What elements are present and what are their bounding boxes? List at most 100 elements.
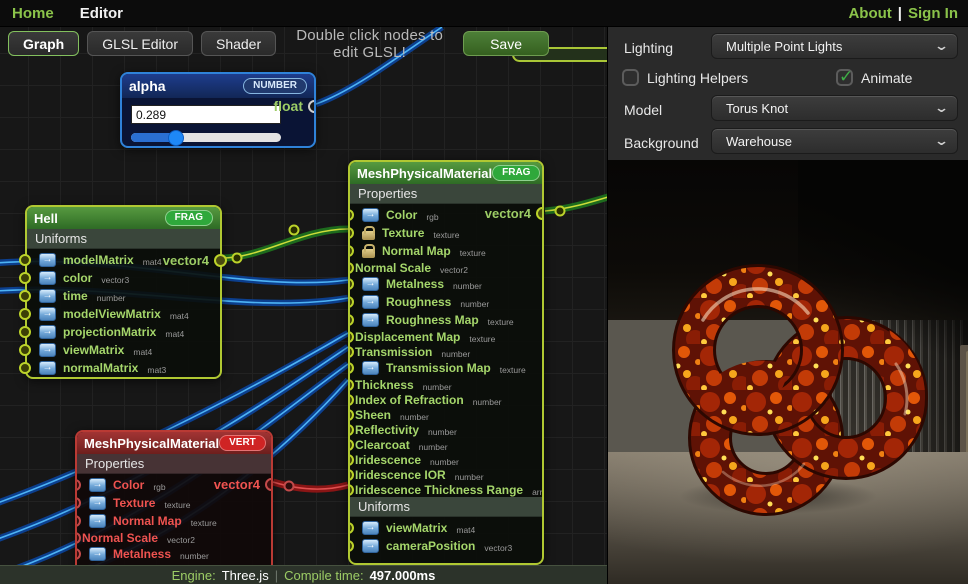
output-port[interactable] (308, 100, 316, 113)
input-port[interactable] (348, 245, 354, 257)
input-port[interactable] (348, 540, 354, 552)
arrow-icon[interactable]: → (39, 289, 56, 303)
input-port[interactable] (348, 227, 354, 239)
chevron-down-icon: ⌄ (934, 100, 949, 116)
input-port[interactable] (348, 296, 354, 308)
tab-glsl-editor[interactable]: GLSL Editor (87, 31, 193, 56)
node-output: vector4 (163, 252, 227, 268)
input-port[interactable] (348, 424, 354, 436)
input-port[interactable] (348, 314, 354, 326)
node-hell-frag[interactable]: HellFRAGUniforms→modelMatrixmat4→colorve… (25, 205, 222, 379)
arrow-icon[interactable]: → (89, 514, 106, 528)
output-port[interactable] (536, 207, 544, 220)
row-type: number (419, 442, 448, 452)
input-port[interactable] (348, 522, 354, 534)
save-button[interactable]: Save (463, 31, 549, 56)
tab-graph[interactable]: Graph (8, 31, 79, 56)
input-port[interactable] (348, 394, 354, 406)
input-port[interactable] (348, 454, 354, 466)
row-label: Color (386, 208, 417, 222)
row-clearcoat: Clearcoatnumber (350, 437, 542, 452)
row-label: Index of Refraction (355, 393, 464, 407)
row-cameraposition: →cameraPositionvector3 (350, 537, 542, 555)
input-port[interactable] (75, 497, 81, 509)
input-port[interactable] (19, 272, 31, 284)
input-port[interactable] (75, 515, 81, 527)
arrow-icon[interactable]: → (39, 271, 56, 285)
preview-3d-viewport[interactable] (607, 160, 968, 584)
input-port[interactable] (19, 254, 31, 266)
output-port[interactable] (265, 478, 273, 491)
input-port[interactable] (75, 532, 81, 544)
arrow-icon[interactable]: → (39, 343, 56, 357)
input-port[interactable] (348, 484, 354, 496)
arrow-icon[interactable]: → (39, 253, 56, 267)
input-port[interactable] (19, 290, 31, 302)
input-port[interactable] (19, 362, 31, 374)
animate-checkbox[interactable]: ✓ (836, 69, 853, 86)
arrow-icon[interactable]: → (89, 547, 106, 561)
input-port[interactable] (348, 262, 354, 274)
model-select[interactable]: Torus Knot ⌄ (711, 95, 958, 121)
number-value-input[interactable] (131, 105, 281, 124)
background-value: Warehouse (726, 134, 792, 149)
lighting-helpers-checkbox[interactable]: ✓ (622, 69, 639, 86)
row-type: mat4 (133, 347, 152, 357)
node-meshphysicalmaterial-vert[interactable]: MeshPhysicalMaterialVERTProperties→Color… (75, 430, 273, 580)
slider-thumb[interactable] (168, 130, 184, 146)
row-type: texture (500, 365, 526, 375)
input-port[interactable] (348, 379, 354, 391)
input-port[interactable] (75, 548, 81, 560)
arrow-icon[interactable]: → (362, 539, 379, 553)
row-label: Iridescence IOR (355, 468, 446, 482)
row-label: Normal Map (382, 244, 451, 258)
node-stage-badge: NUMBER (243, 78, 307, 94)
row-roughness: →Roughnessnumber (350, 293, 542, 311)
nav-editor-link[interactable]: Editor (80, 5, 123, 22)
input-port[interactable] (19, 308, 31, 320)
nav-signin-link[interactable]: Sign In (908, 5, 958, 22)
node-meshphysicalmaterial-frag[interactable]: MeshPhysicalMaterialFRAGProperties→Color… (348, 160, 544, 565)
input-port[interactable] (19, 326, 31, 338)
input-port[interactable] (348, 469, 354, 481)
number-slider[interactable] (131, 133, 281, 142)
nav-home-link[interactable]: Home (12, 5, 54, 22)
row-normalmatrix: →normalMatrixmat3 (27, 359, 220, 377)
input-port[interactable] (348, 331, 354, 343)
arrow-icon[interactable]: → (362, 208, 379, 222)
arrow-icon[interactable]: → (39, 325, 56, 339)
arrow-icon[interactable]: → (362, 313, 379, 327)
arrow-icon[interactable]: → (362, 521, 379, 535)
arrow-icon[interactable]: → (362, 277, 379, 291)
input-port[interactable] (75, 479, 81, 491)
row-label: Iridescence (355, 453, 421, 467)
output-port[interactable] (214, 254, 227, 267)
row-label: normalMatrix (63, 361, 138, 375)
input-port[interactable] (348, 278, 354, 290)
row-label: Color (113, 478, 144, 492)
lighting-select[interactable]: Multiple Point Lights ⌄ (711, 33, 958, 59)
input-port[interactable] (348, 346, 354, 358)
input-port[interactable] (348, 362, 354, 374)
input-port[interactable] (19, 344, 31, 356)
arrow-icon[interactable]: → (39, 307, 56, 321)
arrow-icon[interactable]: → (89, 496, 106, 510)
input-port[interactable] (348, 209, 354, 221)
node-graph-canvas[interactable]: alphaNUMBERfloatHellFRAGUniforms→modelMa… (0, 27, 607, 584)
output-label: vector4 (485, 206, 531, 221)
input-port[interactable] (348, 439, 354, 451)
arrow-icon[interactable]: → (89, 478, 106, 492)
arrow-icon[interactable]: → (362, 361, 379, 375)
nav-about-link[interactable]: About (848, 5, 891, 22)
background-label: Background (624, 135, 699, 151)
background-select[interactable]: Warehouse ⌄ (711, 128, 958, 154)
compile-time-label: Compile time: (284, 568, 363, 583)
arrow-icon[interactable]: → (362, 295, 379, 309)
tab-shader[interactable]: Shader (201, 31, 276, 56)
row-time: →timenumber (27, 287, 220, 305)
input-port[interactable] (348, 409, 354, 421)
node-alpha[interactable]: alphaNUMBERfloat (120, 72, 316, 148)
node-titlebar: MeshPhysicalMaterialFRAG (350, 162, 542, 184)
node-output: vector4 (214, 476, 273, 492)
arrow-icon[interactable]: → (39, 361, 56, 375)
